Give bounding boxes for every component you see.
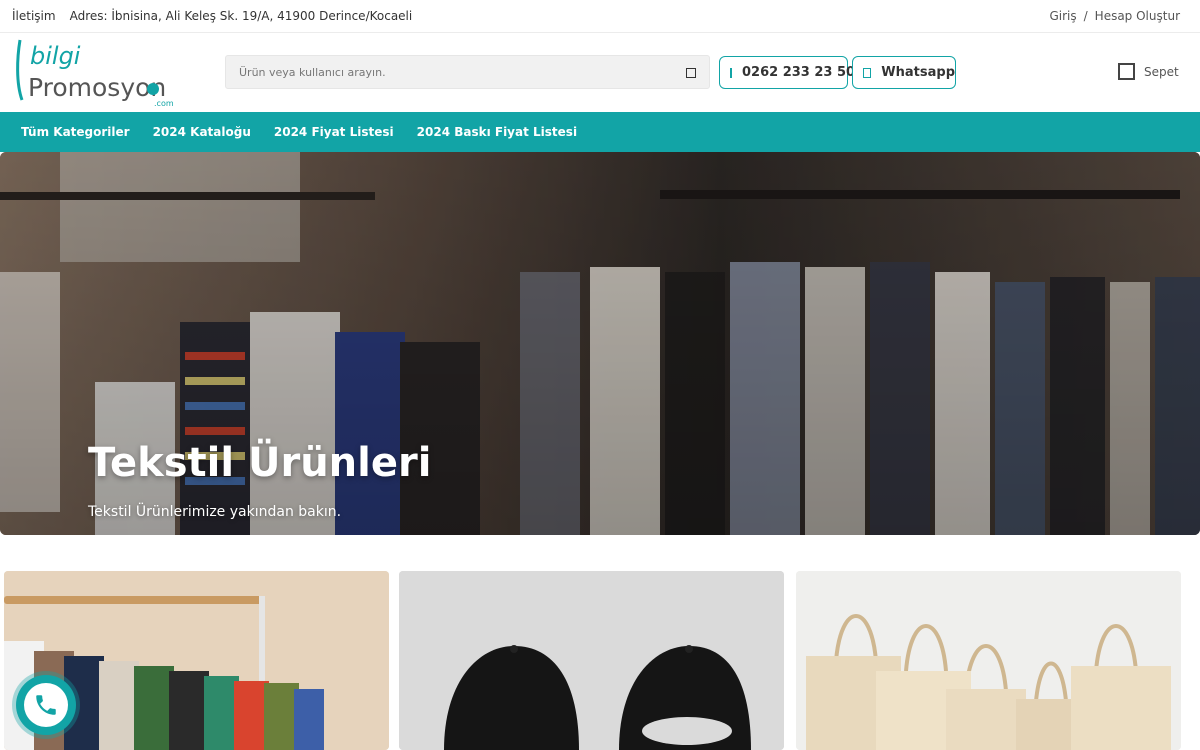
phone-button[interactable]: 0262 233 23 50 <box>719 56 855 89</box>
nav-all-categories[interactable]: Tüm Kategoriler <box>21 125 130 139</box>
register-link[interactable]: Hesap Oluştur <box>1095 9 1180 23</box>
search-icon[interactable] <box>686 68 696 78</box>
whatsapp-icon <box>863 67 872 78</box>
site-logo[interactable]: bilgi Promosyon .com <box>14 38 184 108</box>
hero-title: Tekstil Ürünleri <box>88 440 432 486</box>
cart-button[interactable]: Sepet <box>1118 63 1179 80</box>
contact-link[interactable]: İletişim <box>12 9 56 23</box>
auth-separator: / <box>1083 9 1088 23</box>
nav-catalog-2024[interactable]: 2024 Kataloğu <box>153 125 251 139</box>
main-nav: Tüm Kategoriler 2024 Kataloğu 2024 Fiyat… <box>0 112 1200 152</box>
logo-text-bilgi: bilgi <box>30 42 81 70</box>
nav-print-price-list-2024[interactable]: 2024 Baskı Fiyat Listesi <box>417 125 577 139</box>
hero-subtitle: Tekstil Ürünlerimize yakından bakın. <box>88 504 342 520</box>
whatsapp-button[interactable]: Whatsapp <box>852 56 956 89</box>
category-card-bags[interactable] <box>796 571 1181 750</box>
phone-label: 0262 233 23 50 <box>742 65 856 80</box>
hero-banner[interactable]: Tekstil Ürünleri Tekstil Ürünlerimize ya… <box>0 152 1200 535</box>
login-link[interactable]: Giriş <box>1049 9 1076 23</box>
search-bar <box>225 55 710 89</box>
call-button-inner <box>24 683 68 727</box>
logo-text-promosyon: Promosyon <box>28 73 166 102</box>
tote-bags-image <box>796 571 1181 750</box>
cart-label: Sepet <box>1144 64 1179 79</box>
nav-price-list-2024[interactable]: 2024 Fiyat Listesi <box>274 125 394 139</box>
floating-call-button[interactable] <box>16 675 76 735</box>
phone-icon <box>36 695 56 715</box>
top-bar: İletişim Adres: İbnisina, Ali Keleş Sk. … <box>0 0 1200 33</box>
search-input[interactable] <box>226 56 666 88</box>
phone-icon <box>730 67 732 78</box>
logo-text-com: .com <box>154 99 174 108</box>
category-card-caps[interactable] <box>399 571 784 750</box>
cart-icon <box>1118 63 1135 80</box>
whatsapp-label: Whatsapp <box>881 65 955 80</box>
address-text: Adres: İbnisina, Ali Keleş Sk. 19/A, 419… <box>69 9 413 23</box>
caps-image <box>399 571 784 750</box>
header: bilgi Promosyon .com 0262 233 23 50 What… <box>0 33 1200 112</box>
